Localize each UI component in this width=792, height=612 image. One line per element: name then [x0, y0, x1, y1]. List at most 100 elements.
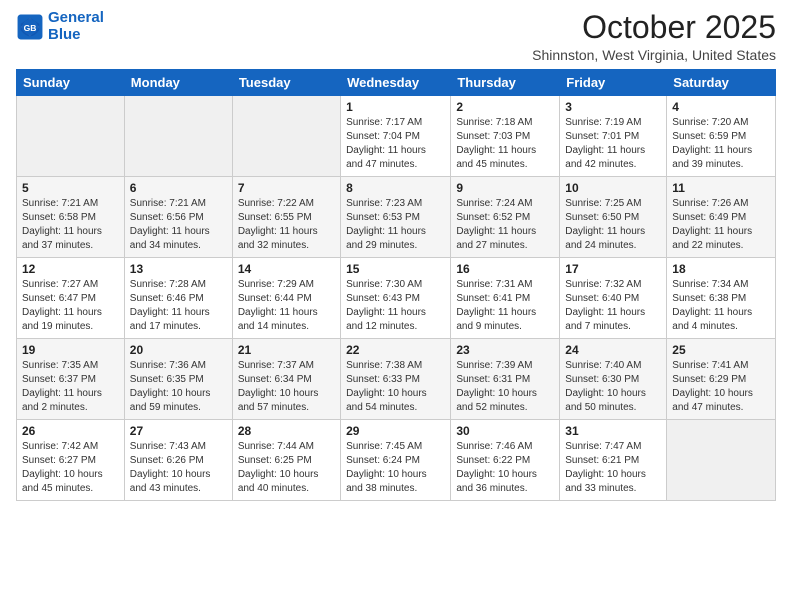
table-row: 14 Sunrise: 7:29 AMSunset: 6:44 PMDayligh…: [232, 258, 340, 339]
day-number: 18: [672, 262, 770, 276]
day-info: Sunrise: 7:36 AMSunset: 6:35 PMDaylight:…: [130, 359, 227, 415]
table-row: 2 Sunrise: 7:18 AMSunset: 7:03 PMDaylight…: [451, 96, 560, 177]
day-info: Sunrise: 7:35 AMSunset: 6:37 PMDaylight:…: [22, 359, 119, 415]
day-info: Sunrise: 7:25 AMSunset: 6:50 PMDaylight:…: [565, 197, 661, 253]
day-number: 12: [22, 262, 119, 276]
day-info: Sunrise: 7:19 AMSunset: 7:01 PMDaylight:…: [565, 116, 661, 172]
day-info: Sunrise: 7:17 AMSunset: 7:04 PMDaylight:…: [346, 116, 445, 172]
day-info: Sunrise: 7:30 AMSunset: 6:43 PMDaylight:…: [346, 278, 445, 334]
location: Shinnston, West Virginia, United States: [532, 47, 776, 63]
day-info: Sunrise: 7:44 AMSunset: 6:25 PMDaylight:…: [238, 440, 335, 496]
logo-icon: GB: [16, 13, 44, 41]
table-row: 3 Sunrise: 7:19 AMSunset: 7:01 PMDaylight…: [560, 96, 667, 177]
day-number: 6: [130, 181, 227, 195]
day-info: Sunrise: 7:42 AMSunset: 6:27 PMDaylight:…: [22, 440, 119, 496]
day-info: Sunrise: 7:27 AMSunset: 6:47 PMDaylight:…: [22, 278, 119, 334]
table-row: [124, 96, 232, 177]
table-row: 6Sunrise: 7:21 AMSunset: 6:56 PMDaylight…: [124, 177, 232, 258]
calendar: Sunday Monday Tuesday Wednesday Thursday…: [16, 69, 776, 501]
calendar-row: 19 Sunrise: 7:35 AMSunset: 6:37 PMDayligh…: [17, 339, 776, 420]
col-monday: Monday: [124, 70, 232, 96]
day-number: 30: [456, 424, 554, 438]
day-number: 21: [238, 343, 335, 357]
day-info: Sunrise: 7:29 AMSunset: 6:44 PMDaylight:…: [238, 278, 335, 334]
day-info: Sunrise: 7:46 AMSunset: 6:22 PMDaylight:…: [456, 440, 554, 496]
day-info: Sunrise: 7:37 AMSunset: 6:34 PMDaylight:…: [238, 359, 335, 415]
page: GB General Blue October 2025 Shinnston, …: [0, 0, 792, 612]
day-number: 15: [346, 262, 445, 276]
day-info: Sunrise: 7:32 AMSunset: 6:40 PMDaylight:…: [565, 278, 661, 334]
day-number: 31: [565, 424, 661, 438]
day-number: 1: [346, 100, 445, 114]
header: GB General Blue October 2025 Shinnston, …: [16, 10, 776, 63]
calendar-row: 5 Sunrise: 7:21 AMSunset: 6:58 PMDaylight…: [17, 177, 776, 258]
table-row: 8 Sunrise: 7:23 AMSunset: 6:53 PMDaylight…: [341, 177, 451, 258]
day-info: Sunrise: 7:41 AMSunset: 6:29 PMDaylight:…: [672, 359, 770, 415]
day-number: 28: [238, 424, 335, 438]
day-number: 2: [456, 100, 554, 114]
title-block: October 2025 Shinnston, West Virginia, U…: [532, 10, 776, 63]
table-row: 4Sunrise: 7:20 AMSunset: 6:59 PMDaylight…: [667, 96, 776, 177]
svg-text:GB: GB: [24, 22, 37, 32]
table-row: 22Sunrise: 7:38 AMSunset: 6:33 PMDayligh…: [341, 339, 451, 420]
table-row: 20 Sunrise: 7:36 AMSunset: 6:35 PMDayligh…: [124, 339, 232, 420]
table-row: 28 Sunrise: 7:44 AMSunset: 6:25 PMDayligh…: [232, 420, 340, 501]
day-info: Sunrise: 7:40 AMSunset: 6:30 PMDaylight:…: [565, 359, 661, 415]
day-number: 13: [130, 262, 227, 276]
day-info: Sunrise: 7:22 AMSunset: 6:55 PMDaylight:…: [238, 197, 335, 253]
table-row: 18 Sunrise: 7:34 AMSunset: 6:38 PMDayligh…: [667, 258, 776, 339]
table-row: 16 Sunrise: 7:31 AMSunset: 6:41 PMDayligh…: [451, 258, 560, 339]
logo-text: General Blue: [48, 10, 104, 43]
table-row: 30 Sunrise: 7:46 AMSunset: 6:22 PMDayligh…: [451, 420, 560, 501]
logo: GB General Blue: [16, 10, 104, 43]
day-info: Sunrise: 7:39 AMSunset: 6:31 PMDaylight:…: [456, 359, 554, 415]
day-number: 16: [456, 262, 554, 276]
day-number: 27: [130, 424, 227, 438]
logo-line1: General: [48, 9, 104, 26]
day-number: 29: [346, 424, 445, 438]
col-tuesday: Tuesday: [232, 70, 340, 96]
day-number: 19: [22, 343, 119, 357]
day-number: 17: [565, 262, 661, 276]
day-number: 24: [565, 343, 661, 357]
day-number: 3: [565, 100, 661, 114]
table-row: 21 Sunrise: 7:37 AMSunset: 6:34 PMDayligh…: [232, 339, 340, 420]
calendar-header-row: Sunday Monday Tuesday Wednesday Thursday…: [17, 70, 776, 96]
day-info: Sunrise: 7:31 AMSunset: 6:41 PMDaylight:…: [456, 278, 554, 334]
day-info: Sunrise: 7:21 AMSunset: 6:58 PMDaylight:…: [22, 197, 119, 253]
day-info: Sunrise: 7:18 AMSunset: 7:03 PMDaylight:…: [456, 116, 554, 172]
day-number: 23: [456, 343, 554, 357]
col-friday: Friday: [560, 70, 667, 96]
calendar-row: 26Sunrise: 7:42 AMSunset: 6:27 PMDayligh…: [17, 420, 776, 501]
day-number: 9: [456, 181, 554, 195]
month-title: October 2025: [532, 10, 776, 45]
day-number: 22: [346, 343, 445, 357]
table-row: [232, 96, 340, 177]
day-number: 4: [672, 100, 770, 114]
calendar-row: 12 Sunrise: 7:27 AMSunset: 6:47 PMDayligh…: [17, 258, 776, 339]
col-thursday: Thursday: [451, 70, 560, 96]
day-info: Sunrise: 7:23 AMSunset: 6:53 PMDaylight:…: [346, 197, 445, 253]
day-number: 11: [672, 181, 770, 195]
day-number: 5: [22, 181, 119, 195]
day-info: Sunrise: 7:34 AMSunset: 6:38 PMDaylight:…: [672, 278, 770, 334]
day-number: 20: [130, 343, 227, 357]
col-sunday: Sunday: [17, 70, 125, 96]
table-row: 9Sunrise: 7:24 AMSunset: 6:52 PMDaylight…: [451, 177, 560, 258]
table-row: 26Sunrise: 7:42 AMSunset: 6:27 PMDayligh…: [17, 420, 125, 501]
table-row: 17 Sunrise: 7:32 AMSunset: 6:40 PMDayligh…: [560, 258, 667, 339]
day-number: 25: [672, 343, 770, 357]
col-saturday: Saturday: [667, 70, 776, 96]
day-number: 14: [238, 262, 335, 276]
day-number: 8: [346, 181, 445, 195]
table-row: 23 Sunrise: 7:39 AMSunset: 6:31 PMDayligh…: [451, 339, 560, 420]
day-info: Sunrise: 7:47 AMSunset: 6:21 PMDaylight:…: [565, 440, 661, 496]
day-info: Sunrise: 7:45 AMSunset: 6:24 PMDaylight:…: [346, 440, 445, 496]
logo-line2: Blue: [48, 26, 81, 43]
table-row: 27Sunrise: 7:43 AMSunset: 6:26 PMDayligh…: [124, 420, 232, 501]
table-row: [667, 420, 776, 501]
table-row: 13Sunrise: 7:28 AMSunset: 6:46 PMDayligh…: [124, 258, 232, 339]
col-wednesday: Wednesday: [341, 70, 451, 96]
day-info: Sunrise: 7:26 AMSunset: 6:49 PMDaylight:…: [672, 197, 770, 253]
table-row: 15 Sunrise: 7:30 AMSunset: 6:43 PMDayligh…: [341, 258, 451, 339]
